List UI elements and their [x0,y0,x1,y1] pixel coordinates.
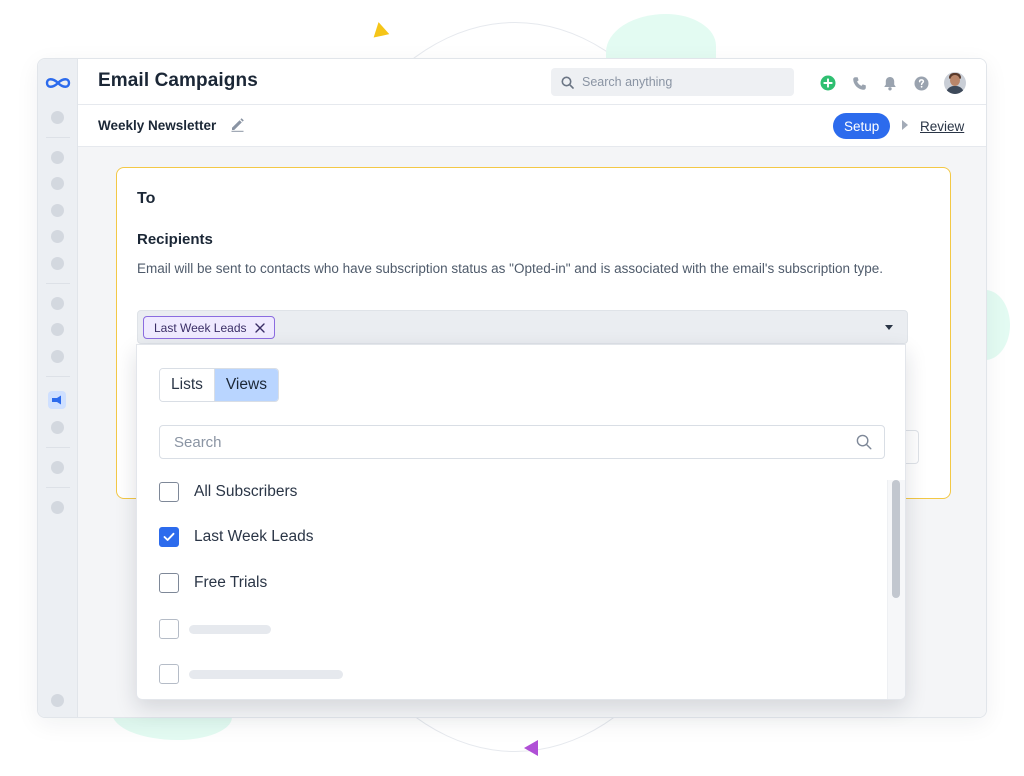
close-icon[interactable] [254,322,265,333]
screenshot-stage: Email Campaigns Search anything Weekly N… [0,0,1024,776]
skeleton-bar [189,624,271,634]
bell-icon[interactable] [880,73,900,93]
list-view-toggle: Lists Views [159,368,279,402]
page-title: Email Campaigns [98,70,258,91]
selected-chip: Last Week Leads [143,316,275,339]
list-item[interactable]: Last Week Leads [159,525,313,549]
recipients-label: Recipients [137,231,213,248]
checkbox[interactable] [159,482,179,502]
nav-item-icon[interactable] [51,323,64,336]
list-item-placeholder [159,617,271,641]
nav-item-icon[interactable] [51,111,64,124]
card-title: To [137,190,156,207]
campaign-icon [52,395,61,405]
nav-item-icon[interactable] [51,257,64,270]
nav-divider [46,137,70,138]
nav-item-icon[interactable] [51,177,64,190]
recipients-dropdown: Lists Views Search All Subscribers Last … [136,344,906,700]
campaign-header: Weekly Newsletter Setup Review [78,105,986,147]
scrollbar-thumb[interactable] [892,480,900,598]
chevron-right-icon [902,120,908,130]
list-item[interactable]: All Subscribers [159,480,297,504]
step-setup-button[interactable]: Setup [833,113,891,139]
nav-item-icon[interactable] [51,421,64,434]
option-label: Free Trials [194,574,268,591]
nav-item-icon[interactable] [51,694,64,707]
checkbox [159,619,179,639]
nav-item-icon[interactable] [51,501,64,514]
nav-item-campaigns[interactable] [48,391,66,409]
checkbox [159,664,179,684]
nav-item-icon[interactable] [51,151,64,164]
step-review-link[interactable]: Review [920,119,964,134]
user-avatar[interactable] [944,72,966,94]
list-item[interactable]: Free Trials [159,571,267,595]
nav-item-icon[interactable] [51,297,64,310]
help-icon[interactable] [911,73,931,93]
check-icon [163,532,175,541]
global-search-input[interactable]: Search anything [551,68,794,96]
option-label: All Subscribers [194,483,298,500]
top-bar: Email Campaigns Search anything [78,59,986,105]
scrollbar-track[interactable] [887,480,905,699]
app-logo-icon[interactable] [44,75,72,91]
chevron-down-icon[interactable] [885,325,893,330]
chip-label: Last Week Leads [154,320,247,335]
skeleton-bar [189,669,343,679]
checkbox[interactable] [159,573,179,593]
nav-divider [46,376,70,377]
dropdown-search-placeholder: Search [174,433,222,451]
edit-pencil-icon[interactable] [230,117,245,137]
nav-rail [38,59,78,717]
recipients-select[interactable]: Last Week Leads [137,310,908,344]
decorative-triangle [524,740,538,756]
nav-item-icon[interactable] [51,230,64,243]
nav-divider [46,283,70,284]
nav-divider [46,487,70,488]
tab-views[interactable]: Views [213,369,278,401]
option-label: Last Week Leads [194,528,314,545]
tab-lists[interactable]: Lists [160,369,214,401]
plus-circle-icon[interactable] [818,73,838,93]
search-icon [561,76,574,89]
recipients-description: Email will be sent to contacts who have … [137,261,884,276]
nav-divider [46,447,70,448]
nav-item-icon[interactable] [51,350,64,363]
search-placeholder: Search anything [582,75,673,89]
dropdown-search-input[interactable]: Search [159,425,885,459]
list-item-placeholder [159,662,343,686]
nav-item-icon[interactable] [51,204,64,217]
search-icon [856,434,872,450]
top-actions [818,72,966,94]
checkbox-checked[interactable] [159,527,179,547]
phone-icon[interactable] [849,73,869,93]
campaign-name: Weekly Newsletter [98,118,217,133]
decorative-triangle [370,20,390,38]
nav-item-icon[interactable] [51,461,64,474]
